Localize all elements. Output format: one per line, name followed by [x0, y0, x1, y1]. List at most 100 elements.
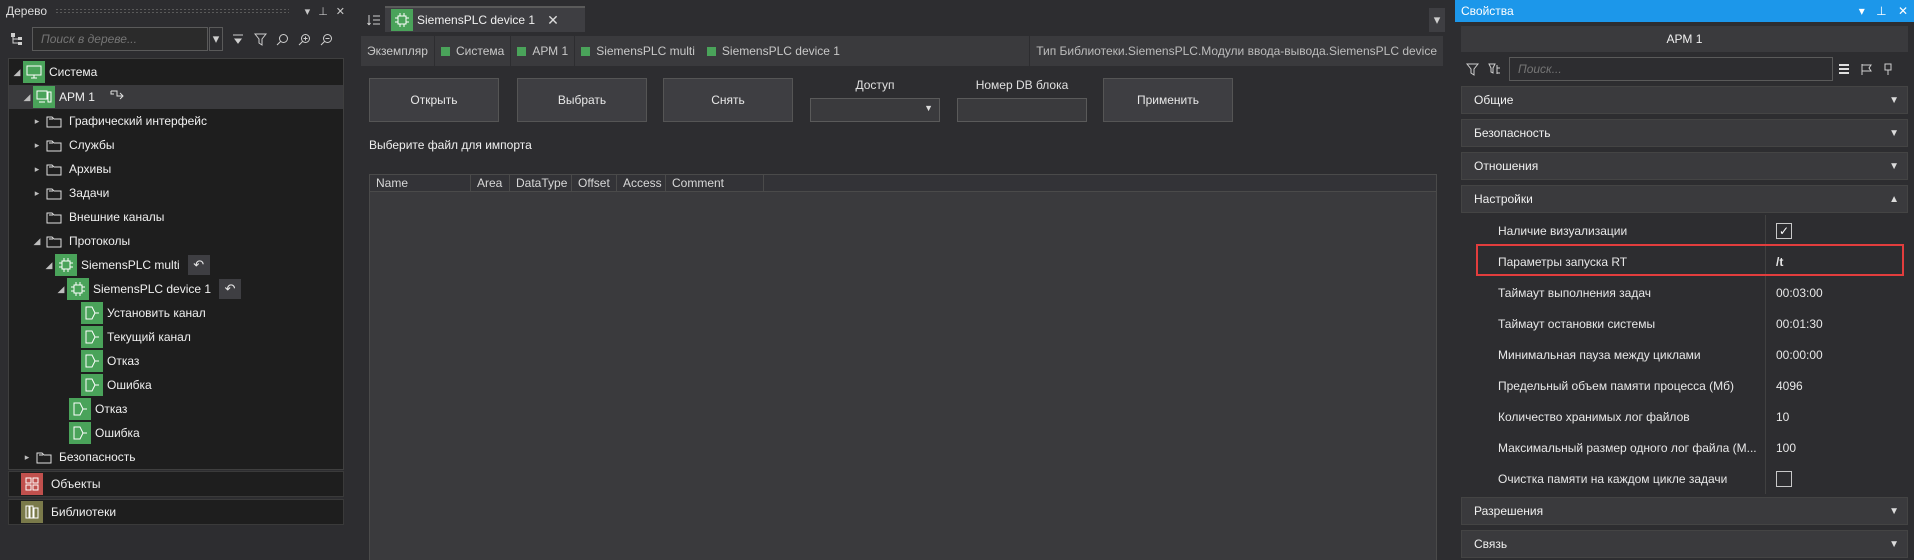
category-link[interactable]: Связь ▼: [1461, 530, 1908, 558]
dropdown-icon[interactable]: ▾: [1859, 4, 1865, 18]
flag-icon[interactable]: [1855, 57, 1877, 81]
column-datatype[interactable]: DataType: [510, 175, 572, 191]
column-comment[interactable]: Comment: [666, 175, 764, 191]
tree-toolbar: ▾: [0, 24, 351, 54]
breadcrumb-siemens-device[interactable]: SiemensPLC device 1: [701, 36, 846, 66]
access-select[interactable]: ▼: [810, 98, 940, 122]
expanded-arrow-icon[interactable]: ◢: [11, 67, 23, 78]
tree-node-error[interactable]: Ошибка: [69, 373, 152, 397]
clear-memory-checkbox[interactable]: [1776, 470, 1792, 487]
select-button[interactable]: Выбрать: [517, 78, 647, 122]
category-security[interactable]: Безопасность ▼: [1461, 119, 1908, 147]
highlight-rt-params: [1476, 244, 1904, 276]
tab-overflow-icon[interactable]: ▾: [1429, 8, 1445, 32]
tree-node-siemens-multi[interactable]: ◢ SiemensPLC multi ↶: [43, 253, 210, 277]
tree-node-arm1[interactable]: ◢ АРМ 1: [21, 85, 125, 109]
property-value-input[interactable]: 100: [1765, 432, 1908, 463]
collapsed-arrow-icon[interactable]: ▸: [31, 116, 43, 127]
tree-node-tasks[interactable]: ▸ Задачи: [31, 181, 110, 205]
zoom-in-icon[interactable]: [293, 27, 315, 51]
folder-icon: [33, 446, 55, 468]
plc-multi-icon: [55, 254, 77, 276]
zoom-out-icon[interactable]: [315, 27, 337, 51]
undo-icon[interactable]: ↶: [187, 255, 210, 275]
tree-search-input[interactable]: [32, 27, 208, 51]
expanded-arrow-icon[interactable]: ◢: [43, 260, 55, 271]
properties-panel: Свойства ▾ ⊥ ✕ АРМ 1 Общие▼ Безопасность…: [1455, 0, 1914, 560]
undo-icon[interactable]: ↶: [219, 279, 242, 299]
column-area[interactable]: Area: [471, 175, 510, 191]
tree-node-archives[interactable]: ▸ Архивы: [31, 157, 112, 181]
open-button[interactable]: Открыть: [369, 78, 499, 122]
category-settings[interactable]: Настройки ▲: [1461, 185, 1908, 213]
breadcrumb-siemens-multi[interactable]: SiemensPLC multi: [575, 36, 701, 66]
property-value-input[interactable]: 00:03:00: [1765, 277, 1908, 308]
close-icon[interactable]: ✕: [1898, 4, 1908, 18]
import-hint: Выберите файл для импорта: [369, 138, 532, 152]
category-relations[interactable]: Отношения ▼: [1461, 152, 1908, 180]
tree-node-current-channel[interactable]: Текущий канал: [69, 325, 191, 349]
tree-node-system[interactable]: ◢ Система: [11, 60, 97, 84]
property-value-input[interactable]: 10: [1765, 401, 1908, 432]
collapsed-arrow-icon[interactable]: ▸: [21, 452, 33, 463]
folder-icon: [43, 206, 65, 228]
category-permissions[interactable]: Разрешения ▼: [1461, 497, 1908, 525]
search-icon[interactable]: [271, 27, 293, 51]
db-number-input[interactable]: [957, 98, 1087, 122]
tree-node-siemens-device[interactable]: ◢ SiemensPLC device 1 ↶: [55, 277, 242, 301]
tree-panel-title: Дерево: [6, 4, 48, 18]
apply-button[interactable]: Применить: [1103, 78, 1233, 122]
tree-node-set-channel[interactable]: Установить канал: [69, 301, 206, 325]
property-value-input[interactable]: 4096: [1765, 370, 1908, 401]
pin-icon[interactable]: ⊥: [318, 5, 328, 18]
filter-icon[interactable]: [1461, 57, 1483, 81]
type-path: Тип Библиотеки.SiemensPLC.Модули ввода-в…: [1036, 44, 1437, 58]
visualization-checkbox[interactable]: ✓: [1776, 222, 1792, 239]
tree-node-external-channels[interactable]: Внешние каналы: [31, 205, 164, 229]
filter-icon[interactable]: [249, 27, 271, 51]
expanded-arrow-icon[interactable]: ◢: [31, 236, 43, 247]
breadcrumb-arm1[interactable]: АРМ 1: [511, 36, 574, 66]
close-icon[interactable]: ✕: [336, 5, 345, 18]
breadcrumb-system[interactable]: Система: [435, 36, 510, 66]
tree-node-multi-error[interactable]: Ошибка: [57, 421, 140, 445]
dropdown-icon[interactable]: ▾: [305, 5, 311, 18]
filter-tree-icon[interactable]: [1483, 57, 1505, 81]
tree-node-gui[interactable]: ▸ Графический интерфейс: [31, 109, 207, 133]
collapse-icon[interactable]: [227, 27, 249, 51]
chevron-down-icon: ▼: [1889, 127, 1899, 139]
tree-view: ◢ Система ◢ АРМ 1 ▸ Графический интерфей…: [8, 58, 344, 470]
category-general[interactable]: Общие ▼: [1461, 86, 1908, 114]
pin-property-icon[interactable]: [1877, 57, 1899, 81]
search-dropdown-icon[interactable]: ▾: [209, 27, 223, 51]
categorized-icon[interactable]: [1833, 57, 1855, 81]
tree-node-protocols[interactable]: ◢ Протоколы: [31, 229, 131, 253]
selected-object-name: АРМ 1: [1461, 26, 1908, 52]
expanded-arrow-icon[interactable]: ◢: [55, 284, 67, 295]
properties-search-input[interactable]: [1509, 57, 1833, 81]
section-libraries[interactable]: Библиотеки: [8, 499, 344, 525]
pin-icon[interactable]: ⊥: [1876, 4, 1886, 18]
tree-node-failure[interactable]: Отказ: [69, 349, 139, 373]
property-value-input[interactable]: 00:00:00: [1765, 339, 1908, 370]
tab-siemens-device[interactable]: SiemensPLC device 1 ✕: [385, 6, 585, 32]
tab-list-icon[interactable]: [363, 8, 385, 32]
remove-button[interactable]: Снять: [663, 78, 793, 122]
column-offset[interactable]: Offset: [572, 175, 617, 191]
expanded-arrow-icon[interactable]: ◢: [21, 92, 33, 103]
link-icon: [109, 89, 125, 106]
close-icon[interactable]: ✕: [547, 12, 559, 29]
tree-hierarchy-icon[interactable]: [6, 27, 28, 51]
section-objects[interactable]: Объекты: [8, 471, 344, 497]
tree-node-security[interactable]: ▸ Безопасность: [21, 445, 136, 469]
column-access[interactable]: Access: [617, 175, 666, 191]
column-name[interactable]: Name: [370, 175, 471, 191]
property-value-input[interactable]: 00:01:30: [1765, 308, 1908, 339]
plc-device-icon: [67, 278, 89, 300]
tree-node-multi-failure[interactable]: Отказ: [57, 397, 127, 421]
tree-node-services[interactable]: ▸ Службы: [31, 133, 115, 157]
breadcrumb-instance[interactable]: Экземпляр: [361, 36, 434, 66]
collapsed-arrow-icon[interactable]: ▸: [31, 188, 43, 199]
collapsed-arrow-icon[interactable]: ▸: [31, 140, 43, 151]
collapsed-arrow-icon[interactable]: ▸: [31, 164, 43, 175]
